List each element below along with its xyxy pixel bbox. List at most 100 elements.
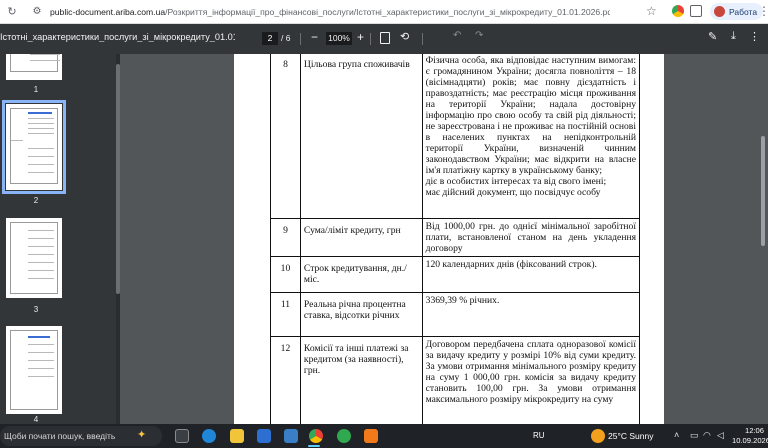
extension-icon[interactable]: [672, 5, 684, 17]
thumb-highlight: [28, 112, 52, 114]
download-icon[interactable]: ⤓: [731, 30, 736, 43]
page-thumbnail-2[interactable]: [2, 100, 66, 194]
annotate-icon[interactable]: ✎: [708, 30, 717, 43]
network-icon[interactable]: ▭: [690, 430, 699, 441]
tray-chevron-icon[interactable]: ˄: [674, 430, 679, 440]
chrome-icon[interactable]: [309, 429, 323, 443]
page-thumbnail-1[interactable]: [6, 54, 62, 80]
profile-button[interactable]: Работа: [710, 3, 764, 20]
row-value-line: Фізична особа, яка відповідає наступним …: [425, 55, 636, 176]
store-icon[interactable]: [257, 429, 271, 443]
toolbar-divider: [422, 33, 423, 45]
copilot-sparkle-icon[interactable]: ✦: [137, 428, 146, 441]
browser-address-bar: ↻ ⚙ public-document.ariba.com.ua/Розкрит…: [0, 0, 768, 24]
bookmark-star-icon[interactable]: ☆: [646, 4, 657, 18]
thumb-line: [28, 238, 54, 239]
active-app-indicator: [308, 445, 320, 447]
fit-page-icon[interactable]: [380, 32, 390, 44]
weather-text[interactable]: 25°C Sunny: [608, 431, 653, 441]
wifi-icon[interactable]: ◠: [703, 430, 711, 441]
edge-browser-icon[interactable]: [202, 429, 216, 443]
thumb-line: [28, 133, 54, 134]
row-key: Реальна річна процентна ставка, відсотки…: [299, 292, 423, 337]
volume-icon[interactable]: ◁: [717, 430, 724, 441]
thumb-line: [28, 118, 54, 119]
thumb-line: [30, 54, 60, 55]
profile-label: Работа: [729, 6, 758, 17]
row-value: Договором передбачена сплата одноразової…: [421, 336, 641, 424]
pdf-page: 8 Цільова група споживачів Фізична особа…: [234, 54, 664, 424]
thumb-line: [28, 230, 54, 231]
thumb-line: [28, 368, 54, 369]
page-number-input[interactable]: 2: [262, 32, 278, 45]
thumb-line: [28, 172, 54, 173]
pdf-title: Істотні_характеристики_послуги_зі_мікрок…: [0, 32, 235, 42]
weather-sun-icon[interactable]: [591, 429, 605, 443]
site-info-icon[interactable]: ⚙: [30, 5, 44, 19]
thumb-line: [11, 140, 23, 141]
table-row: 8 Цільова група споживачів Фізична особа…: [270, 54, 641, 219]
file-explorer-icon[interactable]: [230, 429, 244, 443]
zoom-out-button[interactable]: −: [311, 30, 318, 44]
task-view-icon[interactable]: [175, 429, 189, 443]
row-number: 8: [270, 54, 301, 219]
row-key: Комісії та інші платежі за кредитом (за …: [299, 336, 423, 424]
thumbnail-label: 2: [33, 196, 39, 205]
row-value-line: Договором передбачена сплата одноразової…: [425, 339, 636, 405]
page-count: / 6: [281, 33, 291, 43]
thumb-line: [28, 278, 54, 279]
thumbnail-label: 4: [33, 415, 39, 424]
avatar: [714, 6, 725, 17]
windows-taskbar: Щоби почати пошук, введіть ✦ RU 25°C Sun…: [0, 424, 768, 448]
row-number: 9: [270, 218, 301, 257]
row-value-line: діє в особистих інтересах та від свого і…: [425, 176, 607, 187]
rotate-icon[interactable]: ⟲: [400, 30, 409, 43]
browser-menu-icon[interactable]: ⋮: [758, 4, 768, 18]
thumb-line: [28, 262, 54, 263]
toolbar-divider: [370, 33, 371, 45]
thumb-line: [28, 123, 54, 124]
toolbar-divider: [300, 33, 301, 45]
zoom-in-button[interactable]: +: [357, 30, 364, 44]
table-row: 10 Строк кредитування, дн./міс. 120 кале…: [270, 256, 641, 293]
chat-app-icon[interactable]: [337, 429, 351, 443]
row-value-line: Від 1000,00 грн. до однієї мінімальної з…: [425, 221, 636, 254]
redo-icon[interactable]: ↷: [475, 30, 483, 41]
thumb-line: [28, 164, 54, 165]
outlook-icon[interactable]: [284, 429, 298, 443]
pinned-app-icon[interactable]: [364, 429, 378, 443]
clock-time: 12:06: [744, 426, 764, 435]
pdf-toolbar: Істотні_характеристики_послуги_зі_мікрок…: [0, 24, 768, 54]
language-indicator[interactable]: RU: [533, 431, 545, 440]
page-thumbnail-3[interactable]: [6, 218, 62, 298]
row-value: Фізична особа, яка відповідає наступним …: [421, 54, 641, 219]
zoom-level-input[interactable]: 100%: [326, 32, 352, 45]
document-scroll-thumb[interactable]: [761, 136, 765, 246]
row-key: Строк кредитування, дн./міс.: [299, 256, 423, 293]
thumb-line: [30, 60, 60, 61]
thumb-table: [10, 330, 58, 410]
thumb-line: [28, 360, 54, 361]
more-options-icon[interactable]: ⋮: [749, 30, 760, 43]
table-row: 9 Сума/ліміт кредиту, грн Від 1000,00 гр…: [270, 218, 641, 257]
row-number: 10: [270, 256, 301, 293]
search-placeholder: Щоби почати пошук, введіть: [4, 431, 116, 441]
row-value: Від 1000,00 грн. до однієї мінімальної з…: [421, 218, 641, 257]
thumb-line: [28, 246, 54, 247]
clock-date: 10.09.2026: [732, 436, 768, 445]
row-number: 12: [270, 336, 301, 424]
url-field[interactable]: public-document.ariba.com.ua/Розкриття_і…: [50, 7, 610, 17]
thumb-table: [10, 54, 58, 72]
page-thumbnail-4[interactable]: [6, 326, 62, 414]
reload-icon[interactable]: ↻: [6, 5, 18, 19]
document-viewport: 8 Цільова група споживачів Фізична особа…: [120, 54, 768, 424]
clock[interactable]: 12:06 10.09.2026: [732, 426, 768, 446]
row-value-line: 3369,39 % річних.: [425, 295, 500, 306]
row-value-line: 120 календарних днів (фіксований строк).: [425, 259, 597, 270]
thumb-line: [28, 156, 54, 157]
document-scrollbar[interactable]: [758, 54, 768, 424]
split-view-icon[interactable]: [690, 5, 702, 17]
thumb-line: [28, 270, 54, 271]
thumbnail-label: 3: [33, 305, 39, 314]
undo-icon[interactable]: ↶: [453, 30, 461, 41]
